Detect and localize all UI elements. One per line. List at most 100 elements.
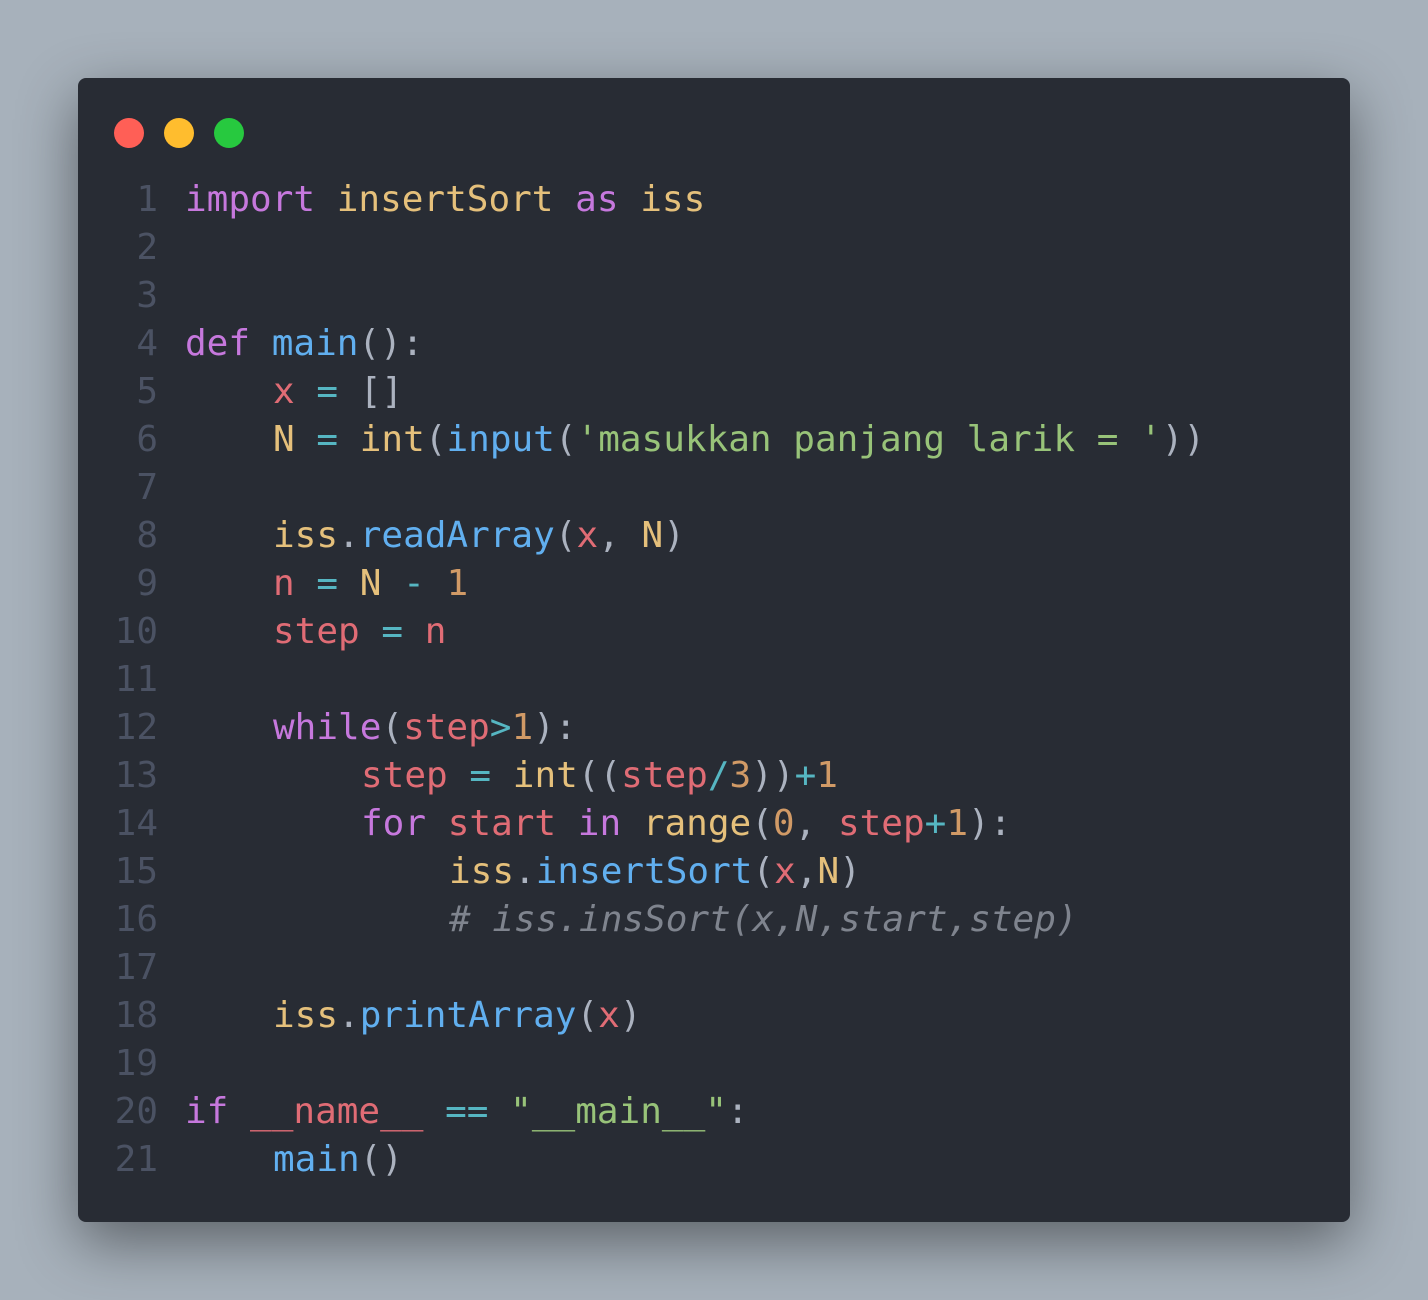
code-token: = xyxy=(316,371,339,412)
code-token: N xyxy=(641,515,664,556)
line-number: 15 xyxy=(114,851,158,892)
code-token: x xyxy=(598,995,620,1036)
code-token: [] xyxy=(359,371,404,412)
code-token: iss xyxy=(273,995,339,1036)
code-token: int xyxy=(359,419,425,460)
code-token: x xyxy=(774,851,796,892)
line-source: iss.printArray(x) xyxy=(185,992,642,1040)
code-token: = xyxy=(469,755,492,796)
code-line: 18 iss.printArray(x) xyxy=(78,992,1350,1040)
close-icon[interactable] xyxy=(114,118,144,148)
code-token: ( xyxy=(576,995,599,1036)
code-line: 3 xyxy=(78,272,1350,320)
line-number: 2 xyxy=(136,227,158,268)
code-token: if xyxy=(185,1091,229,1132)
code-line: 9 n = N - 1 xyxy=(78,560,1350,608)
code-token: x xyxy=(576,515,599,556)
code-line: 19 xyxy=(78,1040,1350,1088)
code-token: ) xyxy=(663,515,685,556)
code-token: insertSort xyxy=(535,851,753,892)
code-token: , xyxy=(795,851,818,892)
code-token: import xyxy=(185,179,316,220)
code-token: - xyxy=(403,563,425,604)
code-token: in xyxy=(577,803,622,844)
code-token: iss xyxy=(449,851,515,892)
code-line: 16 # iss.insSort(x,N,start,step) xyxy=(78,896,1350,944)
code-token: step xyxy=(403,707,490,748)
code-line: 8 iss.readArray(x, N) xyxy=(78,512,1350,560)
line-number: 9 xyxy=(136,563,158,604)
code-token: ( xyxy=(381,707,404,748)
code-token: main xyxy=(273,1139,360,1180)
minimize-icon[interactable] xyxy=(164,118,194,148)
line-number: 10 xyxy=(114,611,158,652)
code-token: step xyxy=(361,755,448,796)
line-source: step = n xyxy=(185,608,446,656)
line-number: 1 xyxy=(136,179,158,220)
code-line: 13 step = int((step/3))+1 xyxy=(78,752,1350,800)
line-number: 14 xyxy=(114,803,158,844)
code-token: ( xyxy=(554,419,577,460)
line-source: x = [] xyxy=(185,368,403,416)
line-source: # iss.insSort(x,N,start,step) xyxy=(185,896,1078,944)
code-token: as xyxy=(575,179,619,220)
code-line: 7 xyxy=(78,464,1350,512)
line-source: step = int((step/3))+1 xyxy=(185,752,838,800)
code-token: n xyxy=(424,611,447,652)
code-token: x xyxy=(273,371,295,412)
line-source: def main(): xyxy=(185,320,423,368)
code-token: . xyxy=(338,515,360,556)
code-token: input xyxy=(446,419,555,460)
code-token: n xyxy=(273,563,295,604)
line-number: 3 xyxy=(136,275,158,316)
line-source: iss.insertSort(x,N) xyxy=(185,848,861,896)
code-token: main xyxy=(271,323,359,364)
code-token: == xyxy=(445,1091,489,1132)
line-source: for start in range(0, step+1): xyxy=(185,800,1011,848)
code-line: 5 x = [] xyxy=(78,368,1350,416)
line-number: 8 xyxy=(136,515,158,556)
code-token: , xyxy=(598,515,642,556)
code-token: (): xyxy=(358,323,424,364)
line-number: 19 xyxy=(114,1043,158,1084)
code-token: insertSort xyxy=(336,179,554,220)
line-number: 7 xyxy=(136,467,158,508)
code-line: 4 def main(): xyxy=(78,320,1350,368)
maximize-icon[interactable] xyxy=(214,118,244,148)
code-token: . xyxy=(514,851,536,892)
code-token: 0 xyxy=(772,803,795,844)
line-source: n = N - 1 xyxy=(185,560,468,608)
code-token: )) xyxy=(751,755,795,796)
code-line: 1 import insertSort as iss xyxy=(78,176,1350,224)
line-number: 4 xyxy=(136,323,158,364)
code-token: __name__ xyxy=(250,1091,424,1132)
code-token: N xyxy=(359,563,382,604)
code-editor[interactable]: 1 import insertSort as iss 2 3 4 def main(): 5… xyxy=(78,176,1350,1184)
code-line: 2 xyxy=(78,224,1350,272)
code-line: 10 step = n xyxy=(78,608,1350,656)
code-token: range xyxy=(642,803,752,844)
code-token: start xyxy=(447,803,557,844)
line-number: 20 xyxy=(114,1091,158,1132)
line-number: 21 xyxy=(114,1139,158,1180)
code-token: ( xyxy=(752,851,775,892)
code-token: printArray xyxy=(359,995,577,1036)
code-token: iss xyxy=(273,515,339,556)
code-token: , xyxy=(794,803,838,844)
code-token: ): xyxy=(968,803,1012,844)
code-line: 21 main() xyxy=(78,1136,1350,1184)
